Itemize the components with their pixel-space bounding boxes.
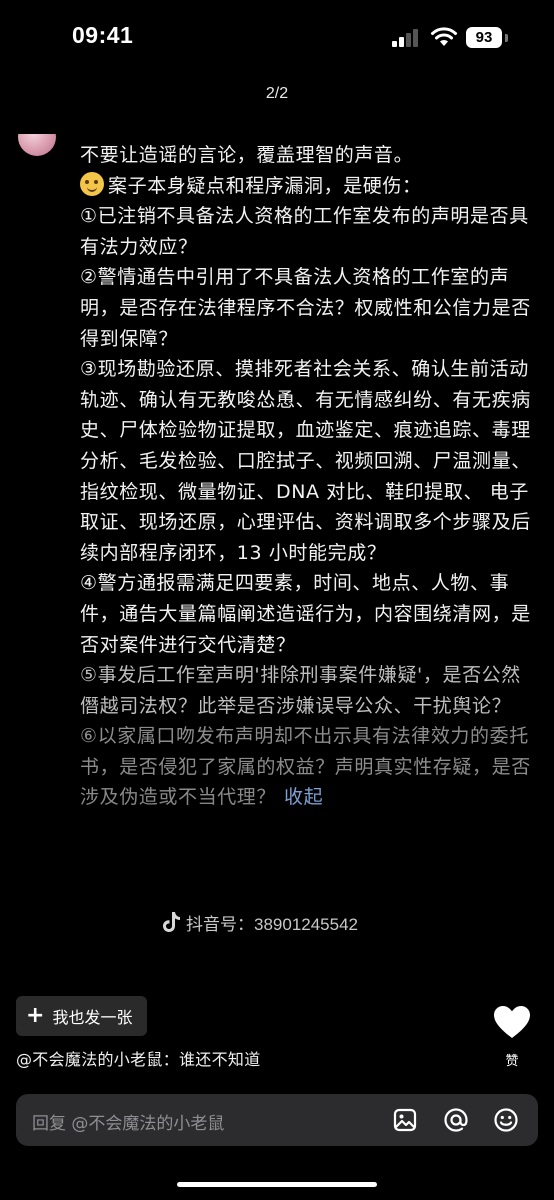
flushed-emoji-icon (80, 171, 104, 196)
like-label: 赞 (505, 1054, 519, 1069)
comment-line: ③现场勘验还原、摸排死者社会关系、确认生前活动轨迹、确认有无教唆怂恿、有无情感纠… (80, 358, 531, 564)
home-indicator (177, 1182, 377, 1187)
page-indicator: 2/2 (265, 85, 289, 102)
comment-line: ①已注销不具备法人资格的工作室发布的声明是否具有法力效应？ (80, 205, 529, 258)
heart-icon (494, 1006, 530, 1038)
comment-body: 不要让造谣的言论，覆盖理智的声音。 案子本身疑点和程序漏洞，是硬伤： ①已注销不… (80, 140, 540, 813)
douyin-logo-icon (163, 912, 180, 932)
reply-input-placeholder: 回复 @不会魔法的小老鼠 (32, 1114, 225, 1134)
douyin-watermark: 抖音号：38901245542 (160, 908, 358, 936)
collapse-link[interactable]: 收起 (284, 786, 323, 808)
comment-line-text: 案子本身疑点和程序漏洞，是硬伤： (108, 174, 422, 197)
make-also-label: 我也发一张 (52, 1008, 133, 1027)
comment-line: ⑤事发后工作室声明'排除刑事案件嫌疑'，是否公然僭越司法权？此举是否涉嫌误导公众… (80, 664, 521, 717)
image-icon[interactable] (392, 1107, 418, 1133)
status-time: 09:41 (72, 22, 134, 48)
battery-cap (505, 34, 508, 42)
header: 2/2 (0, 76, 554, 134)
comment-line: 不要让造谣的言论，覆盖理智的声音。 (80, 144, 414, 166)
like-button[interactable]: 赞 (490, 1004, 534, 1069)
reply-to-comment[interactable]: @不会魔法的小老鼠：谁还不知道 (16, 1046, 261, 1070)
plus-icon: + (26, 1003, 45, 1028)
cellular-signal-icon (392, 29, 420, 47)
at-icon[interactable] (443, 1107, 469, 1133)
wifi-icon (431, 27, 457, 46)
comment-line: ②警情通告中引用了不具备法人资格的工作室的声明，是否存在法律程序不合法？权威性和… (80, 266, 531, 350)
emoji-icon[interactable] (493, 1107, 519, 1133)
reply-input-bar[interactable]: 回复 @不会魔法的小老鼠 (16, 1094, 538, 1146)
battery-indicator: 93 (466, 27, 502, 48)
header-mask (0, 76, 80, 134)
comment-line: ④警方通报需满足四要素，时间、地点、人物、事件，通告大量篇幅阐述造谣行为，内容围… (80, 572, 531, 656)
comment-line: 案子本身疑点和程序漏洞，是硬伤： (80, 171, 540, 202)
make-also-button[interactable]: + 我也发一张 (16, 996, 147, 1036)
status-bar: 09:41 93 (0, 0, 554, 76)
comment-line: ⑥以家属口吻发布声明却不出示具有法律效力的委托书，是否侵犯了家属的权益？声明真实… (80, 721, 540, 813)
watermark-text: 抖音号：38901245542 (186, 914, 359, 934)
